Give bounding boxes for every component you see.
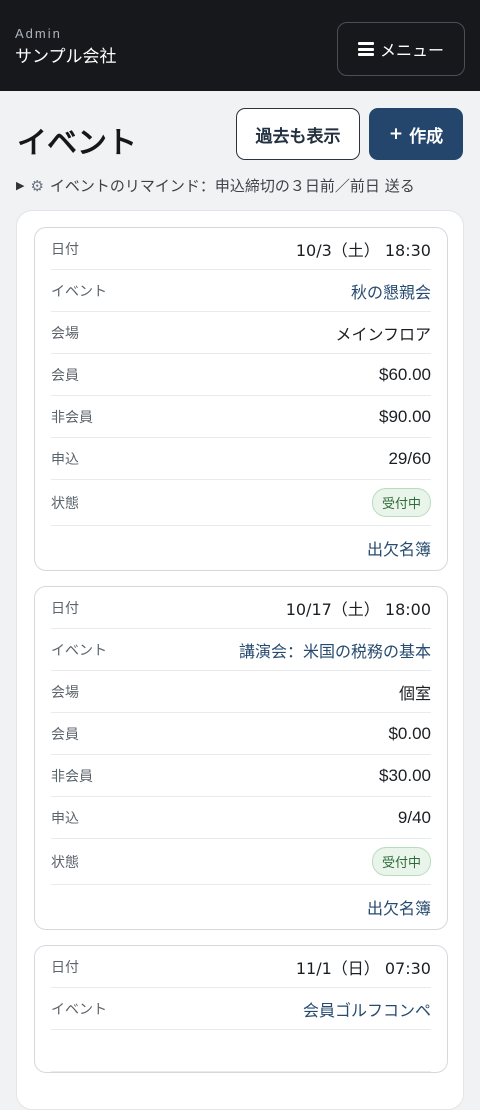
- non-member-label: 非会員: [51, 768, 93, 785]
- date-label: 日付: [51, 600, 79, 617]
- applications-count: 29/60: [388, 448, 431, 468]
- top-bar: Admin サンプル会社 メニュー: [0, 0, 480, 91]
- attendance-list-link[interactable]: 出欠名簿: [51, 526, 431, 570]
- create-event-button[interactable]: + 作成: [369, 108, 463, 160]
- event-label: イベント: [51, 283, 107, 300]
- page-header: イベント 過去も表示 + 作成 ▶ ⚙ イベントのリマインド：申込締切の３日前／…: [0, 91, 480, 211]
- event-name-row: イベント 講演会：米国の税務の基本: [51, 629, 431, 671]
- gear-icon: ⚙: [30, 176, 44, 195]
- event-date: 10/3（土） 18:30: [295, 240, 431, 260]
- date-label: 日付: [51, 959, 79, 976]
- member-fee: $0.00: [388, 723, 431, 743]
- status-row: 状態 受付中: [51, 480, 431, 526]
- admin-label: Admin: [15, 26, 62, 41]
- show-past-button[interactable]: 過去も表示: [236, 108, 360, 160]
- attendance-list-link[interactable]: 出欠名簿: [51, 885, 431, 929]
- event-name-row: イベント 会員ゴルフコンペ: [51, 988, 431, 1030]
- date-row: 日付 11/1（日） 07:30: [51, 946, 431, 988]
- event-card: 日付 10/17（土） 18:00 イベント 講演会：米国の税務の基本 会場 個…: [34, 586, 448, 930]
- event-name-link[interactable]: 秋の懇親会: [351, 279, 431, 303]
- non-member-fee-row: 非会員 $90.00: [51, 396, 431, 438]
- event-name-row: イベント 秋の懇親会: [51, 270, 431, 312]
- member-fee: $60.00: [379, 364, 431, 384]
- applications-count: 9/40: [397, 807, 431, 827]
- date-label: 日付: [51, 241, 79, 258]
- event-date: 11/1（日） 07:30: [295, 958, 431, 978]
- org-name[interactable]: サンプル会社: [15, 42, 117, 67]
- venue-label: 会場: [51, 684, 79, 701]
- non-member-fee: $90.00: [379, 406, 431, 426]
- event-label: イベント: [51, 642, 107, 659]
- non-member-fee: $30.00: [379, 765, 431, 785]
- event-venue: メインフロア: [335, 324, 431, 344]
- menu-button[interactable]: メニュー: [337, 22, 465, 76]
- event-venue: 個室: [398, 683, 431, 703]
- status-label: 状態: [51, 495, 79, 512]
- venue-label: 会場: [51, 325, 79, 342]
- venue-row: 会場 メインフロア: [51, 312, 431, 354]
- venue-row: [51, 1030, 431, 1072]
- member-label: 会員: [51, 726, 79, 743]
- reminder-settings-toggle[interactable]: ▶ ⚙ イベントのリマインド：申込締切の３日前／前日 送る: [16, 175, 415, 196]
- status-label: 状態: [51, 854, 79, 871]
- event-card: 日付 10/3（土） 18:30 イベント 秋の懇親会 会場 メインフロア 会員…: [34, 227, 448, 571]
- status-badge: 受付中: [371, 847, 431, 876]
- date-row: 日付 10/17（土） 18:00: [51, 587, 431, 629]
- non-member-label: 非会員: [51, 409, 93, 426]
- member-label: 会員: [51, 367, 79, 384]
- menu-button-label: メニュー: [379, 41, 444, 60]
- event-date: 10/17（土） 18:00: [285, 599, 431, 619]
- applications-row: 申込 29/60: [51, 438, 431, 480]
- applications-label: 申込: [51, 451, 79, 468]
- create-button-label: 作成: [409, 126, 444, 147]
- disclosure-triangle-icon: ▶: [16, 179, 25, 192]
- applications-label: 申込: [51, 810, 79, 827]
- applications-row: 申込 9/40: [51, 797, 431, 839]
- page-title: イベント: [17, 126, 137, 161]
- event-name-link[interactable]: 会員ゴルフコンペ: [303, 997, 431, 1021]
- status-badge: 受付中: [371, 488, 431, 517]
- status-row: 状態 受付中: [51, 839, 431, 885]
- event-name-link[interactable]: 講演会：米国の税務の基本: [239, 638, 431, 662]
- reminder-text: イベントのリマインド：申込締切の３日前／前日 送る: [49, 177, 415, 195]
- event-card: 日付 11/1（日） 07:30 イベント 会員ゴルフコンペ: [34, 945, 448, 1073]
- hamburger-icon: [357, 42, 374, 56]
- member-fee-row: 会員 $60.00: [51, 354, 431, 396]
- venue-row: 会場 個室: [51, 671, 431, 713]
- member-fee-row: 会員 $0.00: [51, 713, 431, 755]
- plus-icon: +: [388, 124, 404, 144]
- event-label: イベント: [51, 1001, 107, 1018]
- date-row: 日付 10/3（土） 18:30: [51, 228, 431, 270]
- non-member-fee-row: 非会員 $30.00: [51, 755, 431, 797]
- event-list: 日付 10/3（土） 18:30 イベント 秋の懇親会 会場 メインフロア 会員…: [16, 210, 464, 1110]
